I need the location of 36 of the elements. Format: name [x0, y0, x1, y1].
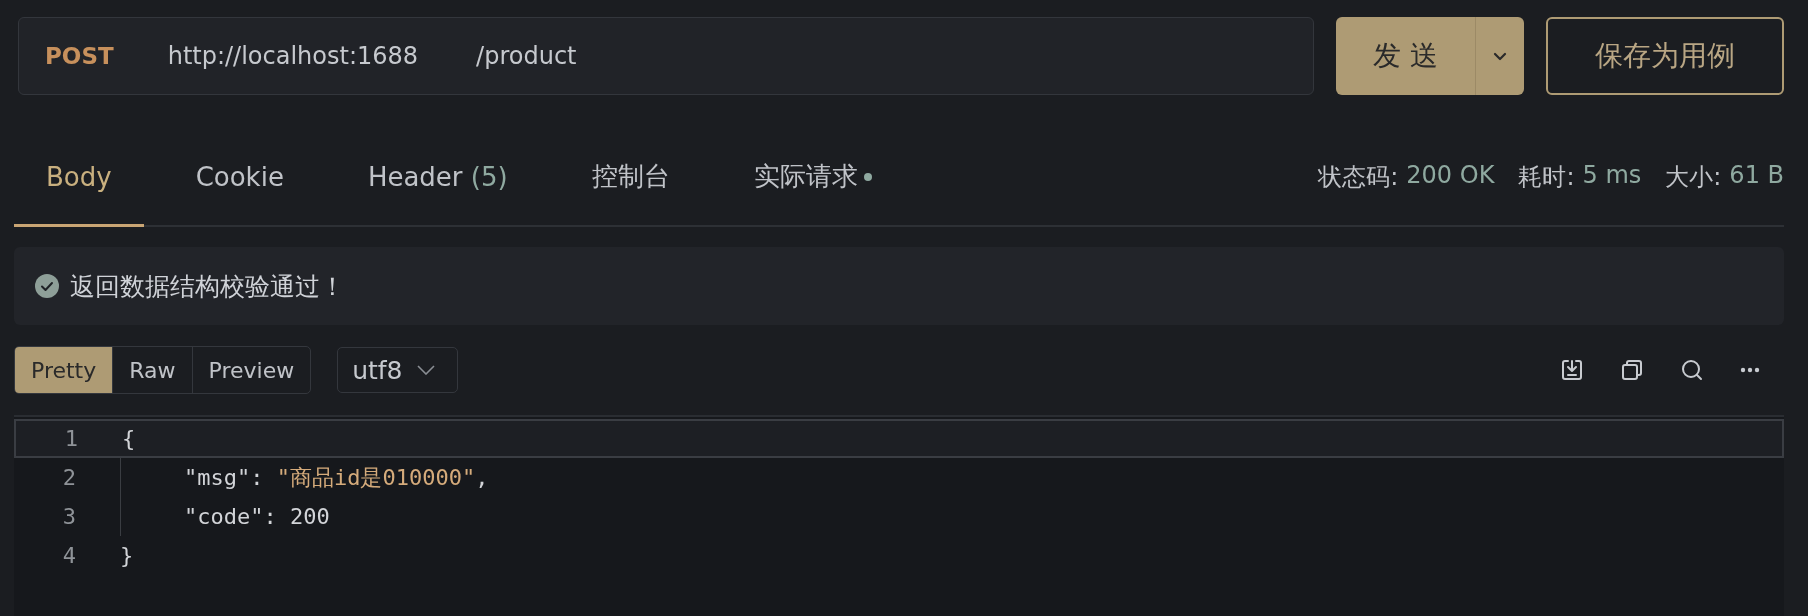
tab[interactable]: Cookie — [163, 139, 316, 227]
status-label: 大小: — [1665, 162, 1722, 193]
line-number: 1 — [63, 426, 78, 451]
download-icon[interactable] — [1560, 358, 1584, 382]
tab[interactable]: Header (5) — [335, 139, 540, 227]
line-number: 2 — [61, 465, 76, 490]
view-mode-tab[interactable]: Pretty — [15, 347, 114, 393]
view-mode-tab[interactable]: Raw — [113, 347, 193, 393]
copy-icon[interactable] — [1620, 358, 1644, 382]
search-icon[interactable] — [1680, 358, 1704, 382]
line-number: 3 — [61, 504, 76, 529]
status-value: 200 OK — [1406, 161, 1495, 191]
line-number: 4 — [61, 543, 76, 568]
url-field[interactable]: POST http://localhost:1688 /product — [18, 17, 1314, 95]
save-button[interactable]: 保存为用例 — [1546, 17, 1784, 95]
code-line: "msg": "商品id是010000", — [120, 458, 489, 497]
code-line: { — [122, 425, 136, 453]
chevron-icon — [416, 365, 435, 375]
tab[interactable]: Body — [14, 139, 144, 227]
status-value: 5 ms — [1582, 161, 1642, 191]
tab[interactable]: 实际请求 — [721, 139, 904, 227]
code-line: "code": 200 — [120, 497, 330, 536]
validation-message: 返回数据结构校验通过！ — [70, 270, 345, 303]
send-button[interactable]: 发 送 — [1336, 17, 1476, 95]
view-mode-tab[interactable]: Preview — [192, 347, 311, 393]
tab[interactable]: 控制台 — [559, 139, 702, 227]
url-path: /product — [476, 42, 577, 70]
code-line: } — [120, 542, 134, 570]
method-label[interactable]: POST — [45, 43, 114, 69]
status-value: 61 B — [1729, 161, 1784, 191]
encoding-dropdown[interactable]: utf8 — [337, 347, 458, 393]
more-icon[interactable] — [1740, 367, 1760, 373]
caret-icon — [1493, 51, 1507, 61]
status-label: 状态码: — [1318, 162, 1399, 193]
status-label: 耗时: — [1518, 162, 1575, 193]
base-url: http://localhost:1688 — [167, 42, 419, 70]
